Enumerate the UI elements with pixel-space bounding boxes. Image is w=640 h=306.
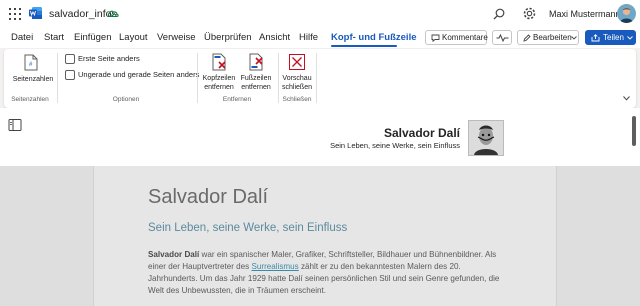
chevron-down-icon	[571, 36, 577, 40]
document-body-paragraph[interactable]: Salvador Dalí war ein spanischer Maler, …	[148, 249, 508, 297]
close-preview-label-line1: Vorschau	[282, 75, 312, 82]
ribbon-panel: # Seitenzahlen Seitenzahlen Erste Seite …	[4, 49, 636, 108]
title-bar: salvador_infos Maxi Mustermann	[0, 0, 640, 28]
group-label-remove: Entfernen	[222, 96, 252, 103]
header-subtitle[interactable]: Sein Leben, seine Werke, sein Einfluss	[330, 141, 460, 150]
surrealism-link[interactable]: Surrealismus	[251, 262, 298, 271]
comments-label: Kommentare	[442, 33, 488, 42]
share-button[interactable]: Teilen	[585, 30, 636, 45]
remove-header-icon	[212, 53, 226, 71]
group-divider	[316, 53, 317, 103]
editing-mode-label: Bearbeiten	[533, 33, 572, 42]
share-icon	[591, 34, 600, 42]
tab-layout[interactable]: Layout	[119, 32, 148, 43]
page-numbers-label: Seitenzahlen	[12, 76, 54, 83]
chevron-down-icon[interactable]	[623, 96, 630, 101]
activity-icon	[496, 34, 509, 42]
comments-button[interactable]: Kommentare	[425, 30, 488, 45]
tab-file[interactable]: Datei	[11, 32, 33, 43]
document-subheading[interactable]: Sein Leben, seine Werke, sein Einfluss	[148, 222, 347, 234]
close-icon	[289, 54, 305, 70]
group-label-page-numbers: Seitenzahlen	[11, 96, 49, 103]
tab-view[interactable]: Ansicht	[259, 32, 290, 43]
tab-references[interactable]: Verweise	[157, 32, 196, 43]
page-numbers-button[interactable]: # Seitenzahlen	[7, 52, 53, 92]
user-name[interactable]: Maxi Mustermann	[549, 9, 621, 19]
remove-header-button[interactable]: Kopfzeilen entfernen	[201, 52, 237, 92]
close-preview-label-line2: schließen	[282, 84, 312, 91]
name-bold: Salvador Dalí	[148, 250, 200, 259]
first-page-different-checkbox[interactable]	[65, 54, 75, 64]
remove-footer-label-line1: Fußzeilen	[240, 75, 272, 82]
document-heading[interactable]: Salvador Dalí	[148, 186, 268, 209]
tab-help[interactable]: Hilfe	[299, 32, 318, 43]
tab-header-footer[interactable]: Kopf- und Fußzeile	[331, 32, 417, 43]
tab-insert[interactable]: Einfügen	[74, 32, 112, 43]
close-preview-button[interactable]: Vorschau schließen	[280, 52, 314, 92]
header-area	[0, 108, 640, 166]
chevron-down-icon	[627, 36, 633, 40]
remove-header-label-line2: entfernen	[204, 84, 234, 91]
tab-home[interactable]: Start	[44, 32, 64, 43]
search-icon[interactable]	[492, 7, 506, 21]
odd-even-different-checkbox[interactable]	[65, 70, 75, 80]
tab-review[interactable]: Überprüfen	[204, 32, 252, 43]
portrait-image[interactable]	[468, 120, 504, 156]
share-label: Teilen	[603, 33, 624, 42]
gear-icon[interactable]	[522, 6, 537, 21]
catch-up-button[interactable]	[492, 30, 512, 45]
remove-footer-button[interactable]: Fußzeilen entfernen	[238, 52, 274, 92]
word-logo-icon[interactable]	[29, 6, 43, 20]
navigation-pane-icon[interactable]	[8, 118, 22, 132]
avatar[interactable]	[617, 4, 636, 23]
remove-footer-icon	[249, 53, 263, 71]
remove-footer-label-line2: entfernen	[241, 84, 271, 91]
comment-icon	[431, 34, 440, 42]
odd-even-different-label[interactable]: Ungerade und gerade Seiten anders	[78, 70, 199, 79]
cloud-saved-icon	[107, 10, 119, 18]
header-title[interactable]: Salvador Dalí	[384, 126, 460, 140]
pencil-icon	[523, 34, 531, 42]
app-launcher-icon[interactable]	[9, 8, 21, 20]
first-page-different-label[interactable]: Erste Seite anders	[78, 54, 140, 63]
group-label-close: Schließen	[282, 96, 312, 103]
remove-header-label-line1: Kopfzeilen	[202, 75, 236, 82]
editing-mode-button[interactable]: Bearbeiten	[517, 30, 579, 45]
active-tab-indicator	[331, 45, 397, 47]
group-label-options: Optionen	[112, 96, 140, 103]
page-number-icon: #	[24, 54, 38, 71]
vertical-scrollbar[interactable]	[632, 116, 636, 146]
